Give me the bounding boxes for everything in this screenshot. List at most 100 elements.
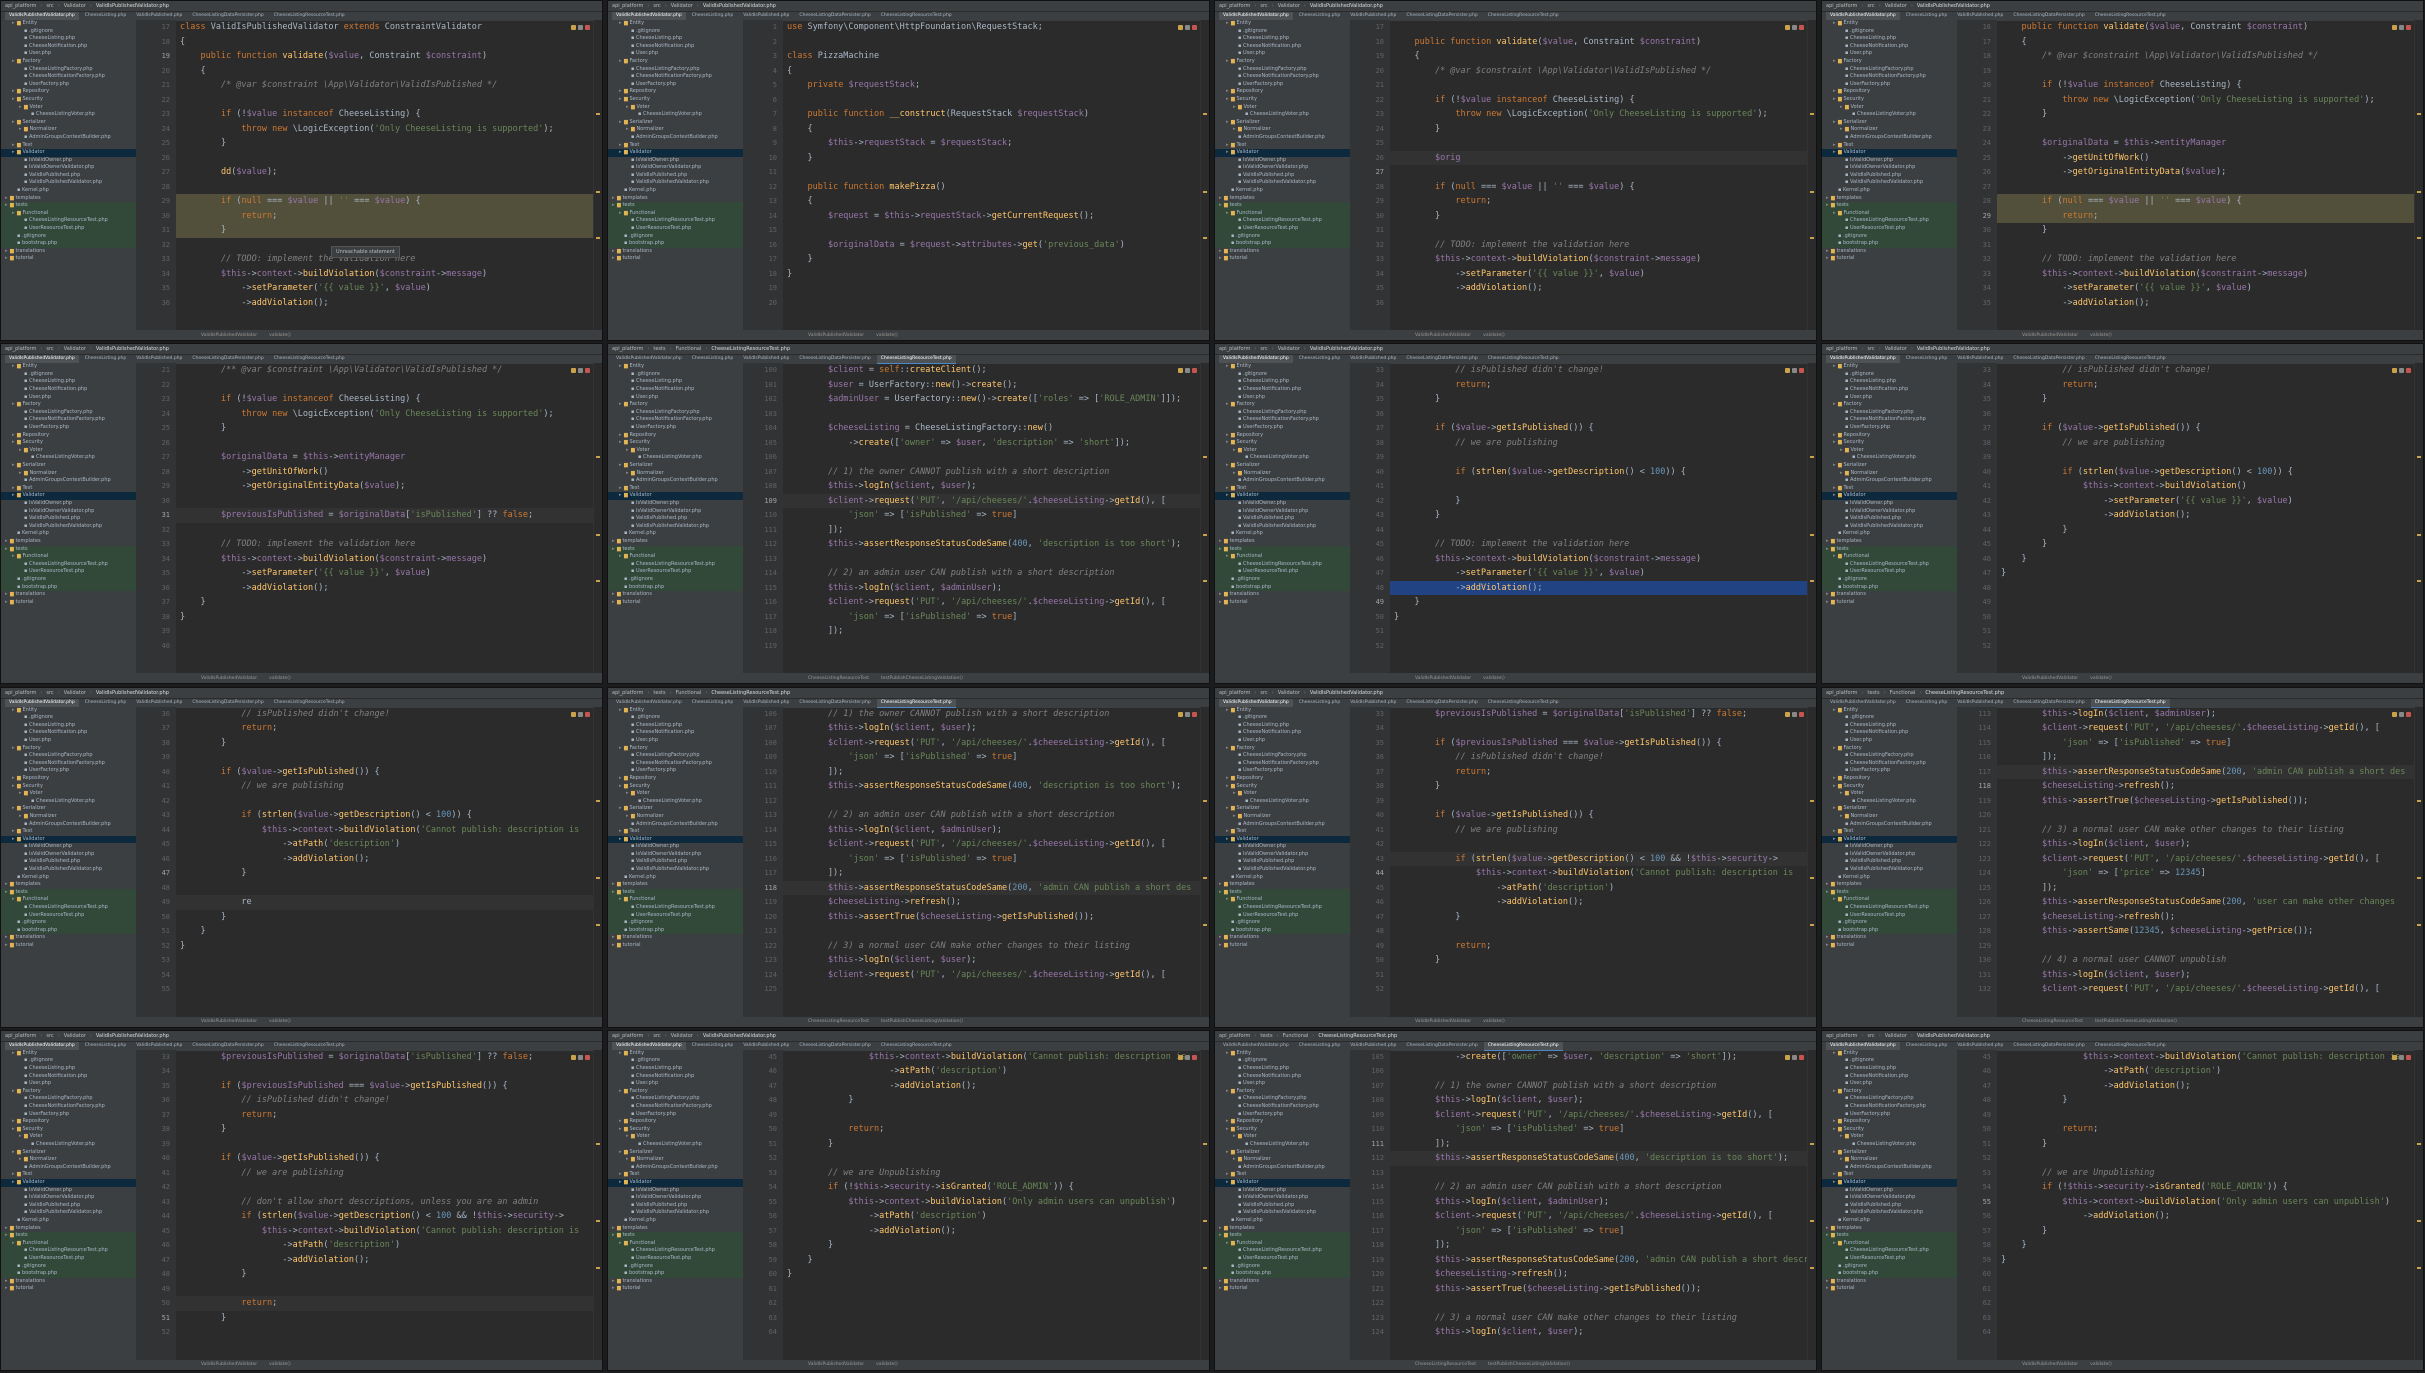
breadcrumb-item[interactable]: api_platform	[1826, 346, 1857, 352]
tree-item[interactable]: ▪ UserResourceTest.php	[608, 1254, 743, 1263]
tree-item[interactable]: ▸ ▆ Test	[1822, 1171, 1957, 1179]
tree-item[interactable]: ▸ ▆ Test	[1, 828, 136, 836]
editor-scrollbar[interactable]	[2414, 1049, 2423, 1360]
tree-item[interactable]: ▸ ▆ Serializer	[1, 462, 136, 470]
tree-item[interactable]: ▸ ▆ tests	[1215, 545, 1350, 554]
tree-item[interactable]: ▪ AdminGroupsContextBuilder.php	[608, 477, 743, 485]
breadcrumb-item[interactable]: api_platform	[612, 690, 643, 696]
tree-item[interactable]: ▪ ValidIsPublished.php	[608, 172, 743, 180]
tree-item[interactable]: ▸ ▆ Test	[608, 1171, 743, 1179]
tree-item[interactable]: ▪ CheeseNotification.php	[1215, 386, 1350, 394]
tree-item[interactable]: ▸ ▆ Validator	[1215, 149, 1350, 157]
breadcrumb-item[interactable]: CheeseListingResourceTest.php	[711, 346, 790, 352]
tree-item[interactable]: ▪ CheeseNotificationFactory.php	[608, 416, 743, 424]
tree-item[interactable]: ▪ ValidIsPublished.php	[1, 1202, 136, 1210]
tree-item[interactable]: ▪ UserFactory.php	[1215, 767, 1350, 775]
tree-item[interactable]: ▸ ▆ Factory	[1, 1088, 136, 1096]
tree-item[interactable]: ▪ bootstrap.php	[608, 1270, 743, 1278]
tree-item[interactable]: ▸ ▆ translations	[1, 1278, 136, 1286]
tree-item[interactable]: ▸ ▆ Entity	[1, 20, 136, 28]
tree-item[interactable]: ▸ ▆ Entity	[1215, 20, 1350, 28]
tree-item[interactable]: ▸ ▆ Validator	[608, 149, 743, 157]
inspection-widget[interactable]	[1178, 25, 1197, 30]
tree-item[interactable]: ▪ User.php	[1, 1080, 136, 1088]
breadcrumb-item[interactable]: Validator	[1278, 3, 1300, 9]
tree-item[interactable]: ▪ CheeseListingFactory.php	[1215, 1095, 1350, 1103]
tree-item[interactable]: ▪ UserResourceTest.php	[1, 911, 136, 920]
tree-item[interactable]: ▪ CheeseListingFactory.php	[1, 1095, 136, 1103]
tree-item[interactable]: ▪ CheeseListingResourceTest.php	[608, 904, 743, 912]
tree-item[interactable]: ▸ ▆ Repository	[1822, 88, 1957, 96]
tree-item[interactable]: ▸ ▆ Voter	[1822, 1133, 1957, 1141]
tree-item[interactable]: ▪ .gitignore	[1215, 1262, 1350, 1271]
tree-item[interactable]: ▸ ▆ Normalizer	[1215, 470, 1350, 478]
breadcrumb-item[interactable]: api_platform	[612, 3, 643, 9]
tree-item[interactable]: ▸ ▆ Factory	[608, 401, 743, 409]
tree-item[interactable]: ▸ ▆ Voter	[1822, 447, 1957, 455]
tree-item[interactable]: ▪ .gitignore	[1822, 232, 1957, 241]
tree-item[interactable]: ▸ ▆ Entity	[608, 20, 743, 28]
breadcrumb-item[interactable]: src	[1867, 1033, 1874, 1039]
breadcrumb-item[interactable]: api_platform	[5, 690, 36, 696]
breadcrumb-item[interactable]: ValidIsPublishedValidator.php	[1310, 346, 1383, 352]
tree-item[interactable]: ▸ ▆ tutorial	[1, 599, 136, 607]
tree-item[interactable]: ▸ ▆ templates	[608, 881, 743, 889]
code-editor[interactable]: $this->logIn($client, $adminUser); $clie…	[1997, 707, 2415, 1017]
breadcrumb-item[interactable]: ValidIsPublishedValidator.php	[1310, 690, 1383, 696]
tree-item[interactable]: ▪ CheeseListing.php	[1215, 1065, 1350, 1073]
tree-item[interactable]: ▪ CheeseListingVoter.php	[608, 1141, 743, 1149]
tree-item[interactable]: ▪ CheeseListingFactory.php	[1, 752, 136, 760]
breadcrumb-item[interactable]: ValidIsPublishedValidator.php	[96, 690, 169, 696]
tree-item[interactable]: ▪ .gitignore	[1215, 714, 1350, 722]
tree-item[interactable]: ▸ ▆ Repository	[1215, 88, 1350, 96]
tree-item[interactable]: ▪ .gitignore	[1822, 28, 1957, 36]
tree-item[interactable]: ▪ CheeseListingVoter.php	[1822, 1141, 1957, 1149]
tree-item[interactable]: ▪ .gitignore	[608, 232, 743, 241]
tree-item[interactable]: ▸ ▆ Voter	[608, 104, 743, 112]
editor-scrollbar[interactable]	[1807, 20, 1816, 330]
tree-item[interactable]: ▸ ▆ Voter	[608, 1133, 743, 1141]
breadcrumb-item[interactable]: Validator	[64, 1033, 86, 1039]
tree-item[interactable]: ▸ ▆ templates	[1, 881, 136, 889]
tree-item[interactable]: ▸ ▆ Voter	[1215, 447, 1350, 455]
tree-item[interactable]: ▸ ▆ Functional	[1822, 896, 1957, 905]
tree-item[interactable]: ▪ CheeseListingFactory.php	[608, 409, 743, 417]
tree-item[interactable]: ▪ .gitignore	[608, 28, 743, 36]
breadcrumb-item[interactable]: Validator	[64, 690, 86, 696]
tree-item[interactable]: ▪ CheeseNotificationFactory.php	[1, 760, 136, 768]
tree-item[interactable]: ▪ CheeseListingFactory.php	[1822, 1095, 1957, 1103]
tree-item[interactable]: ▸ ▆ Test	[1822, 485, 1957, 493]
tree-item[interactable]: ▸ ▆ Serializer	[1215, 805, 1350, 813]
tree-item[interactable]: ▸ ▆ Repository	[608, 1118, 743, 1126]
tree-item[interactable]: ▸ ▆ Serializer	[1215, 1149, 1350, 1157]
tree-item[interactable]: ▸ ▆ Validator	[1215, 835, 1350, 844]
tree-item[interactable]: ▸ ▆ translations	[1215, 591, 1350, 599]
tree-item[interactable]: ▪ CheeseNotificationFactory.php	[1215, 73, 1350, 81]
tree-item[interactable]: ▸ ▆ Normalizer	[1822, 813, 1957, 821]
tree-item[interactable]: ▪ ValidIsPublishedValidator.php	[1822, 1209, 1957, 1217]
tree-item[interactable]: ▪ .gitignore	[1, 28, 136, 36]
tree-item[interactable]: ▪ AdminGroupsContextBuilder.php	[1, 1164, 136, 1172]
tree-item[interactable]: ▪ CheeseNotification.php	[1215, 1073, 1350, 1081]
inspection-widget[interactable]	[2392, 1054, 2411, 1060]
tree-item[interactable]: ▪ CheeseNotificationFactory.php	[1215, 416, 1350, 424]
tree-item[interactable]: ▪ .gitignore	[608, 714, 743, 722]
tree-item[interactable]: ▸ ▆ tests	[1215, 202, 1350, 210]
tree-item[interactable]: ▸ ▆ Validator	[1, 149, 136, 157]
tree-item[interactable]: ▸ ▆ Repository	[1, 88, 136, 96]
tree-item[interactable]: ▸ ▆ Repository	[1215, 1118, 1350, 1126]
tree-item[interactable]: ▪ CheeseListingVoter.php	[1, 111, 136, 119]
tree-item[interactable]: ▪ CheeseListing.php	[1, 378, 136, 386]
tree-item[interactable]: ▪ IsValidOwnerValidator.php	[1822, 164, 1957, 172]
tree-item[interactable]: ▪ .gitignore	[1822, 1262, 1957, 1271]
tree-item[interactable]: ▪ CheeseListingVoter.php	[1822, 798, 1957, 806]
tree-item[interactable]: ▪ IsValidOwner.php	[608, 500, 743, 508]
tree-item[interactable]: ▸ ▆ tests	[608, 1232, 743, 1240]
tree-item[interactable]: ▸ ▆ Security	[1215, 783, 1350, 791]
tree-item[interactable]: ▸ ▆ Normalizer	[608, 470, 743, 478]
breadcrumb-item[interactable]: src	[653, 1033, 660, 1039]
tree-item[interactable]: ▸ ▆ Functional	[1822, 553, 1957, 561]
breadcrumb-item[interactable]: ValidIsPublishedValidator.php	[1917, 1033, 1990, 1039]
tree-item[interactable]: ▸ ▆ templates	[1822, 195, 1957, 203]
tree-item[interactable]: ▪ CheeseNotificationFactory.php	[1822, 416, 1957, 424]
